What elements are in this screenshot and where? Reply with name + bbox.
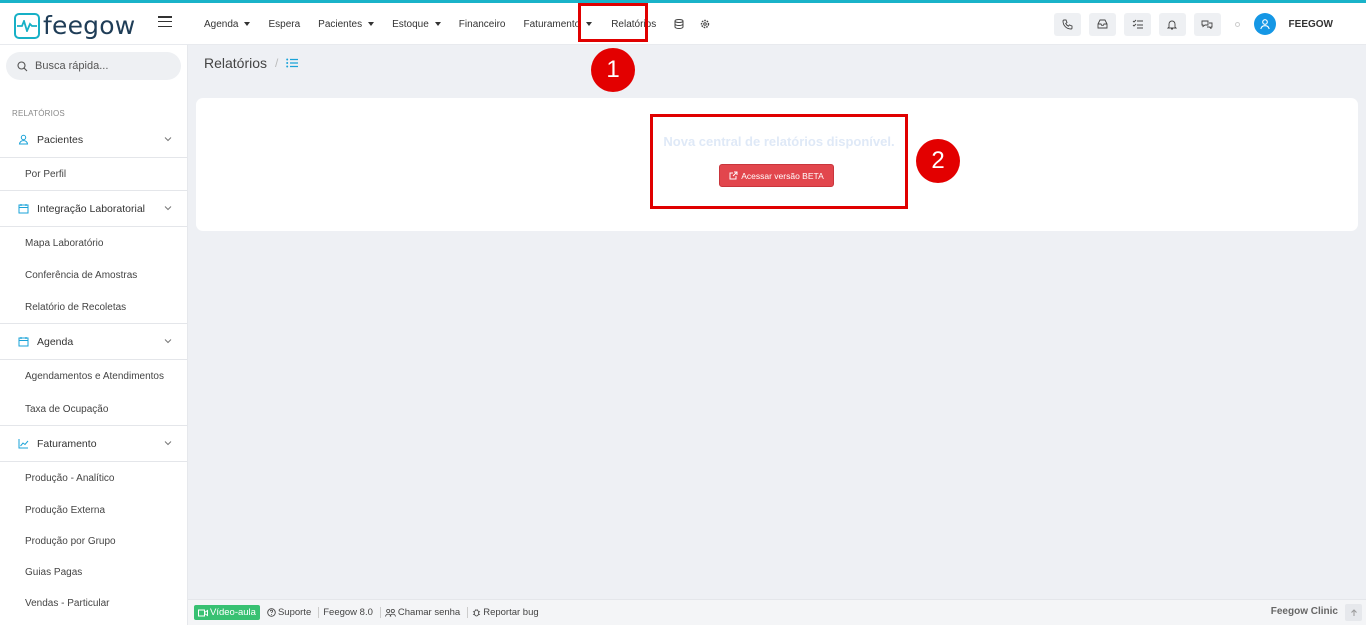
sidebar-group-pacientes[interactable]: Pacientes xyxy=(0,122,187,158)
nav-pacientes[interactable]: Pacientes xyxy=(318,18,375,30)
status-dot-icon xyxy=(1234,21,1240,27)
video-icon xyxy=(198,609,208,616)
sidebar-item-taxa-ocupacao[interactable]: Taxa de Ocupação xyxy=(0,393,187,426)
nav-pacientes-label: Pacientes xyxy=(318,18,363,30)
inbox-icon[interactable] xyxy=(1088,12,1116,36)
section-label: RELATÓRIOS xyxy=(12,109,65,118)
question-circle-icon xyxy=(267,608,276,617)
gear-icon[interactable] xyxy=(700,19,710,29)
logo-heartbeat-icon xyxy=(14,13,40,39)
sidebar-item-producao-grupo[interactable]: Produção por Grupo xyxy=(0,526,187,557)
annotation-badge-2: 2 xyxy=(916,139,960,183)
video-lesson-label: Vídeo-aula xyxy=(210,607,256,618)
sidebar-item-mapa-laboratorio[interactable]: Mapa Laboratório xyxy=(0,227,187,260)
call-password-link[interactable]: Chamar senha xyxy=(379,607,464,618)
search-icon xyxy=(17,60,28,71)
chat-icon[interactable] xyxy=(1193,12,1221,36)
user-name[interactable]: FEEGOW xyxy=(1289,19,1333,30)
bell-icon[interactable] xyxy=(1158,12,1186,36)
chevron-down-icon xyxy=(164,339,172,344)
sidebar-item-conferencia-amostras[interactable]: Conferência de Amostras xyxy=(0,260,187,291)
calendar-icon xyxy=(18,337,29,347)
sidebar-group-label: Integração Laboratorial xyxy=(37,202,145,215)
video-lesson-button[interactable]: Vídeo-aula xyxy=(194,605,260,620)
sidebar-group-agenda[interactable]: Agenda xyxy=(0,324,187,360)
sidebar-item-relatorio-recoletas[interactable]: Relatório de Recoletas xyxy=(0,291,187,324)
menu-toggle-icon[interactable] xyxy=(158,16,172,30)
support-label: Suporte xyxy=(277,607,312,618)
sidebar-item-agendamentos-atendimentos[interactable]: Agendamentos e Atendimentos xyxy=(0,360,187,393)
report-bug-label: Reportar bug xyxy=(483,607,539,618)
nav-agenda[interactable]: Agenda xyxy=(204,18,251,30)
annotation-highlight-beta xyxy=(650,114,908,209)
search-input[interactable]: Busca rápida... xyxy=(6,52,181,80)
nav-faturamento-label: Faturamento xyxy=(523,18,581,30)
database-icon[interactable] xyxy=(674,19,684,29)
avatar[interactable] xyxy=(1253,13,1276,35)
sidebar-item-producao-externa[interactable]: Produção Externa xyxy=(0,495,187,526)
calendar-icon xyxy=(18,204,29,214)
chevron-down-icon xyxy=(164,206,172,211)
chevron-down-icon xyxy=(164,441,172,446)
sidebar: Busca rápida... RELATÓRIOS Pacientes Por… xyxy=(0,45,188,625)
annotation-badge-1: 1 xyxy=(591,48,635,92)
search-placeholder: Busca rápida... xyxy=(35,60,109,72)
sidebar-item-producao-analitico[interactable]: Produção - Analítico xyxy=(0,462,187,495)
footer: Vídeo-aula Suporte Feegow 8.0 Chamar sen… xyxy=(188,599,1366,625)
breadcrumb-separator: / xyxy=(275,56,279,70)
chevron-down-icon xyxy=(164,137,172,142)
sidebar-group-faturamento[interactable]: Faturamento xyxy=(0,426,187,462)
support-link[interactable]: Suporte xyxy=(263,607,315,618)
sidebar-group-label: Agenda xyxy=(37,335,74,348)
version-label: Feegow 8.0 xyxy=(318,607,377,618)
chart-icon xyxy=(18,439,29,449)
caret-down-icon xyxy=(434,22,441,26)
breadcrumb: Relatórios / xyxy=(204,55,299,71)
page-title: Relatórios xyxy=(204,55,268,71)
footer-links: Vídeo-aula Suporte Feegow 8.0 Chamar sen… xyxy=(194,605,543,620)
user-icon xyxy=(18,134,29,145)
caret-down-icon xyxy=(244,22,251,26)
product-label: Feegow Clinic xyxy=(1270,606,1338,617)
nav-estoque[interactable]: Estoque xyxy=(392,19,441,30)
report-bug-link[interactable]: Reportar bug xyxy=(467,607,542,618)
caret-down-icon xyxy=(368,22,375,26)
phone-icon[interactable] xyxy=(1053,12,1081,36)
top-navbar: feegow Agenda Espera Pacientes Estoque F… xyxy=(0,3,1366,45)
nav-espera[interactable]: Espera xyxy=(268,19,300,30)
nav-estoque-label: Estoque xyxy=(392,18,429,30)
scroll-top-icon[interactable] xyxy=(1345,604,1362,621)
users-icon xyxy=(384,608,396,617)
logo[interactable]: feegow xyxy=(14,13,135,39)
nav-espera-label: Espera xyxy=(268,18,301,30)
checklist-icon[interactable] xyxy=(1123,12,1151,36)
sidebar-group-integracao-laboratorial[interactable]: Integração Laboratorial xyxy=(0,191,187,227)
nav-financeiro-label: Financeiro xyxy=(458,18,506,30)
sidebar-item-vendas-particular[interactable]: Vendas - Particular xyxy=(0,588,187,619)
list-icon[interactable] xyxy=(286,58,299,68)
nav-financeiro[interactable]: Financeiro xyxy=(459,19,506,30)
bug-icon xyxy=(473,609,481,617)
sidebar-item-por-perfil[interactable]: Por Perfil xyxy=(0,158,187,191)
sidebar-item-guias-pagas[interactable]: Guias Pagas xyxy=(0,557,187,588)
logo-text: feegow xyxy=(43,11,136,40)
annotation-highlight-relatorios xyxy=(578,3,648,42)
header-actions: FEEGOW xyxy=(1046,3,1366,45)
sidebar-group-label: Faturamento xyxy=(37,437,97,450)
call-password-label: Chamar senha xyxy=(397,607,461,618)
report-menu: Pacientes Por Perfil Integração Laborato… xyxy=(0,122,187,619)
nav-agenda-label: Agenda xyxy=(204,18,239,30)
sidebar-group-label: Pacientes xyxy=(37,133,84,146)
